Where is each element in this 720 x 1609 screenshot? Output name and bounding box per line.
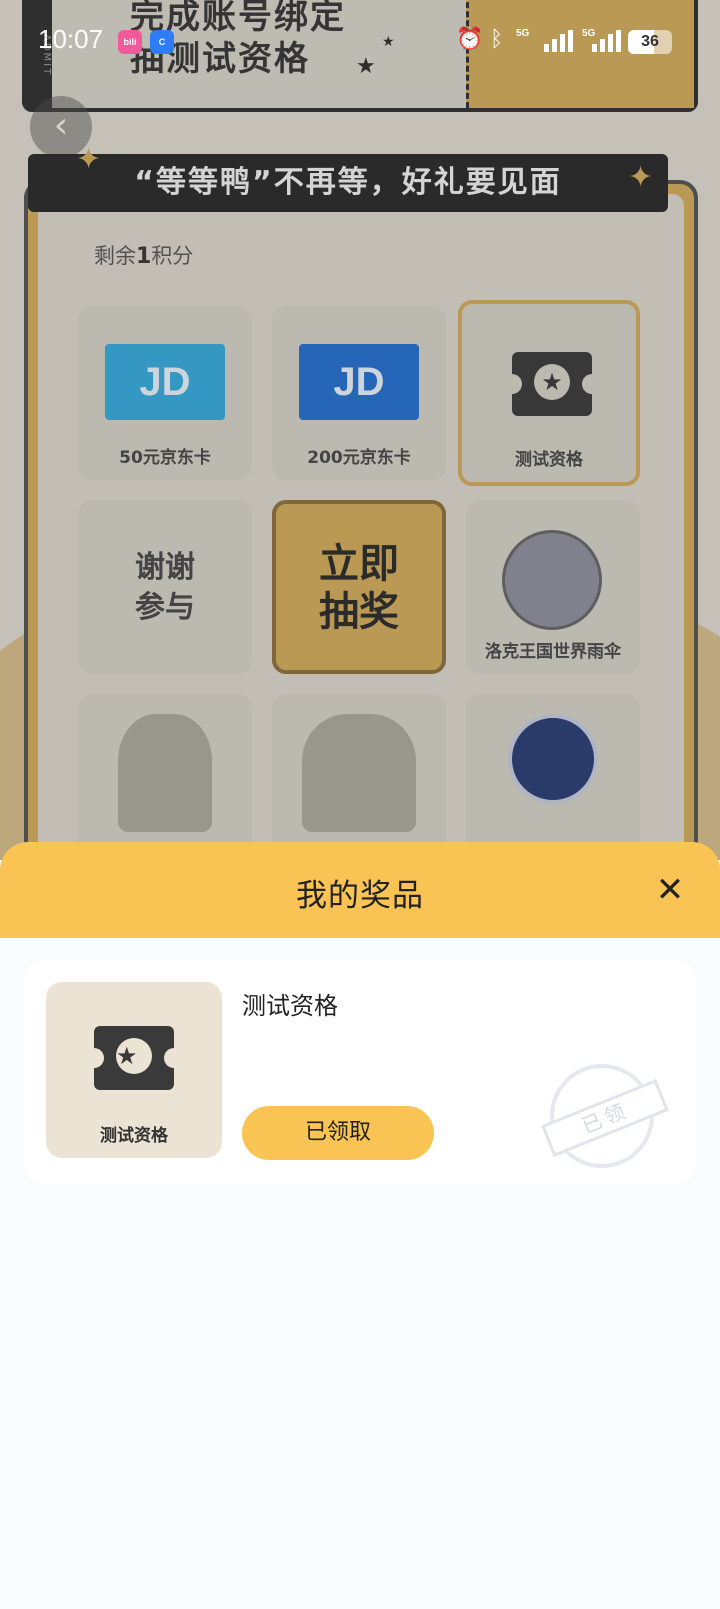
close-button[interactable]: ✕ — [650, 870, 690, 910]
sheet-title: 我的奖品 — [296, 878, 424, 914]
background-page: ADMIT 完成账号绑定 抽测试资格 ★ ★ ‹ “等等鸭”不再等，好礼要见面 … — [0, 0, 720, 860]
app-notification-icon: C — [150, 30, 174, 54]
prizes-sheet-body: ★ 测试资格 测试资格 已领取 已领 — [0, 938, 720, 1609]
bilibili-icon: bili — [118, 30, 142, 54]
prizes-sheet-header: 我的奖品 ✕ — [0, 842, 720, 938]
signal-bars-icon — [544, 30, 574, 52]
close-icon: ✕ — [655, 870, 685, 910]
ticket-icon: ★ — [84, 1026, 184, 1090]
bluetooth-icon: ᛒ — [490, 26, 504, 51]
status-bar: 10:07 bili C ⏰ ᛒ 5G 5G 36 — [0, 0, 720, 80]
claimed-button[interactable]: 已领取 — [242, 1106, 434, 1160]
prize-name: 测试资格 — [242, 992, 338, 1020]
modal-scrim[interactable] — [0, 0, 720, 860]
battery-icon: 36 — [628, 30, 672, 54]
alarm-icon: ⏰ — [456, 26, 484, 51]
status-time: 10:07 — [38, 24, 104, 54]
claimed-stamp: 已领 — [534, 1048, 670, 1184]
network-type: 5G — [516, 28, 530, 39]
prize-thumbnail: ★ 测试资格 — [46, 982, 222, 1158]
signal-bars-icon — [592, 30, 622, 52]
prize-card: ★ 测试资格 测试资格 已领取 已领 — [24, 960, 696, 1184]
